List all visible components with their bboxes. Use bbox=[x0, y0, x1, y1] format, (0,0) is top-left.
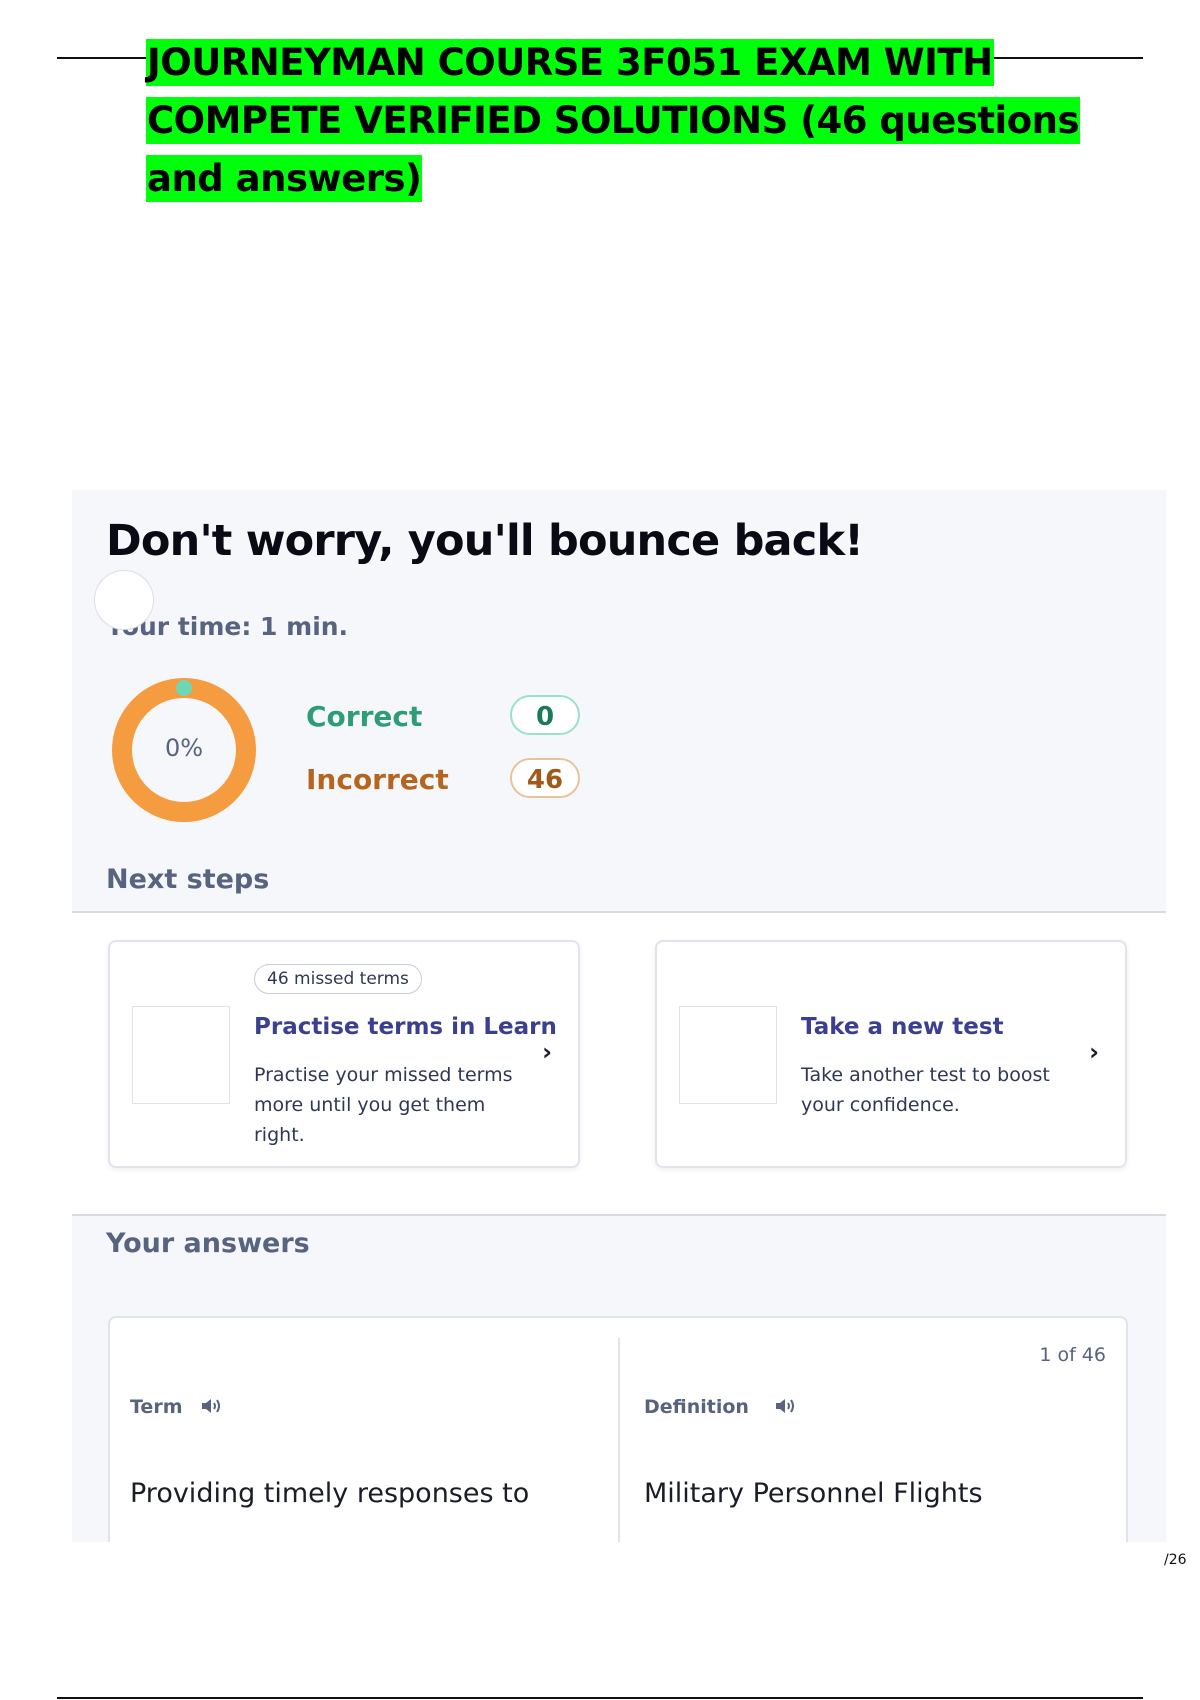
card-thumbnail bbox=[679, 1006, 777, 1104]
card-thumbnail bbox=[132, 1006, 230, 1104]
divider bbox=[72, 911, 1166, 913]
practise-learn-card[interactable]: 46 missed terms Practise terms in Learn … bbox=[108, 940, 580, 1168]
score-percent: 0% bbox=[164, 734, 204, 762]
overlay-circle bbox=[94, 570, 154, 630]
card-description: Take another test to boost your confiden… bbox=[801, 1064, 1050, 1116]
definition-text: Military Personnel Flights bbox=[644, 1478, 983, 1509]
speaker-icon[interactable] bbox=[774, 1396, 796, 1416]
definition-label: Definition bbox=[644, 1396, 749, 1418]
answer-card: 1 of 46 Term Definition Providing timely… bbox=[108, 1316, 1128, 1542]
donut-marker bbox=[176, 680, 192, 696]
chevron-right-icon[interactable]: › bbox=[1089, 1038, 1099, 1066]
bottom-rule bbox=[57, 1697, 1143, 1699]
card-title: Take a new test bbox=[801, 1014, 1004, 1040]
answer-counter: 1 of 46 bbox=[1039, 1344, 1106, 1366]
correct-count-badge: 0 bbox=[510, 695, 580, 735]
incorrect-count-badge: 46 bbox=[510, 758, 580, 798]
chevron-right-icon[interactable]: › bbox=[542, 1038, 552, 1066]
document-title-highlight: JOURNEYMAN COURSE 3F051 EXAM WITH COMPET… bbox=[146, 39, 1081, 202]
missed-terms-badge: 46 missed terms bbox=[254, 964, 422, 994]
divider bbox=[72, 1214, 1166, 1216]
column-divider bbox=[618, 1338, 620, 1542]
correct-label: Correct bbox=[306, 700, 423, 733]
your-answers-title: Your answers bbox=[106, 1228, 310, 1259]
document-title: JOURNEYMAN COURSE 3F051 EXAM WITH COMPET… bbox=[146, 34, 1096, 208]
next-steps-title: Next steps bbox=[106, 864, 270, 895]
speaker-icon[interactable] bbox=[200, 1396, 222, 1416]
term-label: Term bbox=[130, 1396, 183, 1418]
card-description: Practise your missed terms more until yo… bbox=[254, 1064, 513, 1146]
incorrect-label: Incorrect bbox=[306, 763, 449, 796]
term-text: Providing timely responses to bbox=[130, 1478, 530, 1509]
results-headline: Don't worry, you'll bounce back! bbox=[106, 516, 864, 566]
page-number: /26 bbox=[1164, 1552, 1187, 1568]
card-title: Practise terms in Learn bbox=[254, 1014, 557, 1040]
take-new-test-card[interactable]: Take a new test Take another test to boo… bbox=[655, 940, 1127, 1168]
quiz-results-screenshot: Don't worry, you'll bounce back! Your ti… bbox=[72, 490, 1166, 1542]
